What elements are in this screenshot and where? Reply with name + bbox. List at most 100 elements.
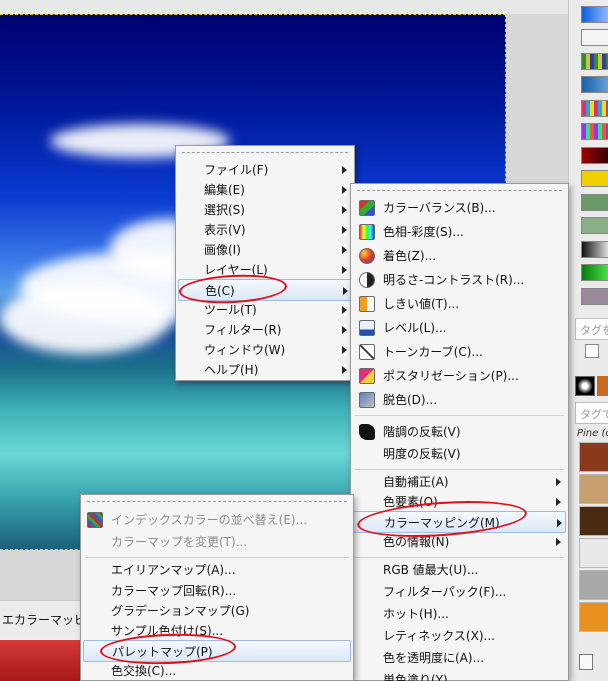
edit-icon[interactable] xyxy=(579,654,593,670)
menu-item-filter-pack[interactable]: フィルターパック(F)... xyxy=(351,581,568,603)
brightness-contrast-icon xyxy=(359,272,375,288)
pattern-preview-icon[interactable] xyxy=(597,376,608,396)
pattern-swatch[interactable] xyxy=(581,100,608,117)
gradient-swatch[interactable] xyxy=(581,241,608,258)
color-swatch[interactable] xyxy=(581,194,608,211)
menu-item-gradient-map[interactable]: グラデーションマップ(G) xyxy=(81,600,353,622)
menu-item-value-invert[interactable]: 明度の反転(V) xyxy=(351,443,568,465)
menu-item-rotate-colors[interactable]: カラーマップ回転(R)... xyxy=(81,580,353,602)
tear-off-line[interactable] xyxy=(357,190,562,191)
menu-item-label: 明度の反転(V) xyxy=(383,447,461,461)
menu-item-tools[interactable]: ツール(T) xyxy=(176,299,354,321)
menu-separator xyxy=(355,557,564,558)
menu-item-label: カラーマップを変更(T)... xyxy=(111,535,248,549)
gradient-swatch[interactable] xyxy=(581,76,608,93)
selection-border xyxy=(0,14,506,15)
tag-filter-input[interactable]: タグを xyxy=(575,318,608,340)
menu-item-label: RGB 値最大(U)... xyxy=(383,563,479,577)
menu-item-retinex[interactable]: レティネックス(X)... xyxy=(351,625,568,647)
desaturate-icon xyxy=(359,392,375,408)
menu-item-auto[interactable]: 自動補正(A) xyxy=(351,471,568,493)
menu-item-invert[interactable]: 階調の反転(V) xyxy=(351,421,568,443)
submenu-arrow-icon xyxy=(557,519,562,527)
menu-item-threshold[interactable]: しきい値(T)... xyxy=(351,293,568,315)
menu-item-label: カラーバランス(B)... xyxy=(383,201,496,215)
menu-separator xyxy=(355,469,564,470)
menu-item-windows[interactable]: ウィンドウ(W) xyxy=(176,339,354,361)
menu-item-label: ポスタリゼーション(P)... xyxy=(383,369,519,383)
pattern-thumbnail[interactable] xyxy=(579,538,608,568)
menu-item-filters[interactable]: フィルター(R) xyxy=(176,319,354,341)
edit-icon[interactable] xyxy=(585,344,599,358)
gradient-swatch[interactable] xyxy=(581,264,608,281)
gradient-swatch[interactable] xyxy=(581,147,608,164)
pattern-thumbnail[interactable] xyxy=(579,506,608,536)
tear-off-line[interactable] xyxy=(87,501,347,502)
menu-item-levels[interactable]: レベル(L)... xyxy=(351,317,568,339)
color-swatch[interactable] xyxy=(581,170,608,187)
menu-item-label: レティネックス(X)... xyxy=(383,629,495,643)
menu-item-label: トーンカーブ(C)... xyxy=(383,345,483,359)
menu-item-color-to-alpha[interactable]: 色を透明度に(A)... xyxy=(351,647,568,669)
submenu-arrow-icon xyxy=(342,306,347,314)
menu-item-colorify[interactable]: 単色塗り(Y)... xyxy=(351,669,568,681)
pattern-thumbnail[interactable] xyxy=(579,570,608,600)
pattern-swatch[interactable] xyxy=(581,53,608,70)
submenu-arrow-icon xyxy=(342,266,347,274)
menu-item-color-exchange[interactable]: 色交換(C)... xyxy=(81,660,353,681)
pattern-thumbnail[interactable] xyxy=(579,602,608,632)
color-swatch[interactable] xyxy=(581,217,608,234)
pattern-thumbnail[interactable] xyxy=(579,474,608,504)
menu-item-edit[interactable]: 編集(E) xyxy=(176,179,354,201)
menu-item-select[interactable]: 選択(S) xyxy=(176,199,354,221)
menu-item-label: 色を透明度に(A)... xyxy=(383,651,485,665)
menu-item-hue-saturation[interactable]: 色相-彩度(S)... xyxy=(351,221,568,243)
menu-item-label: レベル(L)... xyxy=(383,321,447,335)
brush-preview-icon[interactable] xyxy=(575,376,595,396)
curves-icon xyxy=(359,344,375,360)
submenu-arrow-icon xyxy=(342,186,347,194)
status-text: エカラーマッピ xyxy=(2,613,87,627)
menu-item-label: ホット(H)... xyxy=(383,607,449,621)
menu-item-label: ウィンドウ(W) xyxy=(204,343,286,357)
menu-item-set-colormap[interactable]: カラーマップを変更(T)... xyxy=(81,531,353,553)
menu-item-rearrange-colormap[interactable]: インデックスカラーの並べ替え(E)... xyxy=(81,509,353,531)
menu-item-label: 編集(E) xyxy=(204,183,245,197)
menu-item-curves[interactable]: トーンカーブ(C)... xyxy=(351,341,568,363)
gradient-swatch[interactable] xyxy=(581,6,608,23)
hue-saturation-icon xyxy=(359,224,375,240)
menu-item-view[interactable]: 表示(V) xyxy=(176,219,354,241)
menu-item-label: 階調の反転(V) xyxy=(383,425,461,439)
menu-item-label: 脱色(D)... xyxy=(383,393,438,407)
menu-item-label: 色相-彩度(S)... xyxy=(383,225,464,239)
menu-item-image[interactable]: 画像(I) xyxy=(176,239,354,261)
menu-item-colorize[interactable]: 着色(Z)... xyxy=(351,245,568,267)
tear-off-line[interactable] xyxy=(182,152,348,153)
submenu-arrow-icon xyxy=(342,206,347,214)
pattern-name: Pine (c xyxy=(577,428,608,439)
pattern-swatch[interactable] xyxy=(581,123,608,140)
menu-item-hot[interactable]: ホット(H)... xyxy=(351,603,568,625)
submenu-arrow-icon xyxy=(342,366,347,374)
menu-item-alien-map[interactable]: エイリアンマップ(A)... xyxy=(81,559,353,581)
menu-item-posterize[interactable]: ポスタリゼーション(P)... xyxy=(351,365,568,387)
menu-item-label: ヘルプ(H) xyxy=(204,363,259,377)
tag-filter-input[interactable]: タグで xyxy=(575,402,608,424)
menu-item-desaturate[interactable]: 脱色(D)... xyxy=(351,389,568,411)
color-swatch[interactable] xyxy=(581,288,608,305)
menu-item-help[interactable]: ヘルプ(H) xyxy=(176,359,354,381)
menu-item-max-rgb[interactable]: RGB 値最大(U)... xyxy=(351,559,568,581)
menu-item-label: グラデーションマップ(G) xyxy=(111,604,250,618)
menu-item-label: 着色(Z)... xyxy=(383,249,437,263)
menu-separator xyxy=(355,415,564,416)
submenu-arrow-icon xyxy=(343,287,348,295)
pattern-thumbnail[interactable] xyxy=(579,442,608,472)
menu-item-color-balance[interactable]: カラーバランス(B)... xyxy=(351,197,568,219)
gradient-swatch[interactable] xyxy=(581,29,608,46)
menu-item-brightness-contrast[interactable]: 明るさ-コントラスト(R)... xyxy=(351,269,568,291)
menu-item-label: エイリアンマップ(A)... xyxy=(111,563,236,577)
menu-item-file[interactable]: ファイル(F) xyxy=(176,159,354,181)
cloud xyxy=(0,284,170,354)
submenu-arrow-icon xyxy=(342,326,347,334)
menu-item-label: カラーマップ回転(R)... xyxy=(111,584,237,598)
